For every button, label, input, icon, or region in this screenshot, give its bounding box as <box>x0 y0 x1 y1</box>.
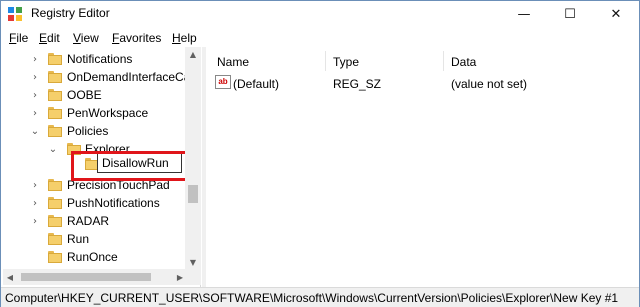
menu-file[interactable]: File <box>9 31 28 45</box>
scrollbar-thumb[interactable] <box>188 185 198 203</box>
registry-editor-window: Registry Editor — ☐ ✕ File Edit View Fav… <box>0 0 640 307</box>
folder-icon <box>48 71 62 83</box>
tree-item-oobe[interactable]: › OOBE <box>3 86 187 104</box>
registry-editor-app-icon <box>8 7 22 21</box>
column-header-data[interactable]: Data <box>451 55 476 69</box>
menu-view-mnemonic: V <box>73 31 81 45</box>
pane-splitter[interactable] <box>202 47 206 287</box>
window-title: Registry Editor <box>31 6 110 20</box>
tree-item-label: Run <box>67 232 90 246</box>
scrollbar-thumb[interactable] <box>21 273 151 281</box>
column-header-name[interactable]: Name <box>217 55 249 69</box>
chevron-right-icon[interactable]: › <box>30 104 40 122</box>
maximize-icon: ☐ <box>564 6 576 22</box>
value-type: REG_SZ <box>333 77 382 91</box>
scroll-right-icon[interactable]: ▶ <box>173 269 187 285</box>
tree-item-label: Policies <box>67 124 109 138</box>
values-pane[interactable]: Name Type Data ab (Default) REG_SZ (valu… <box>207 47 639 287</box>
menu-edit-mnemonic: E <box>39 31 48 45</box>
folder-icon <box>48 53 62 65</box>
menu-edit[interactable]: Edit <box>39 31 60 45</box>
menu-view-label: iew <box>80 31 99 45</box>
tree-item-pushnotifications[interactable]: › PushNotifications <box>3 194 187 212</box>
tree-item-label: RunOnce <box>67 250 118 264</box>
folder-icon <box>48 107 62 119</box>
column-divider[interactable] <box>325 51 326 71</box>
tree-item-label: Notifications <box>67 52 133 66</box>
chevron-right-icon[interactable]: › <box>30 194 40 212</box>
minimize-icon: — <box>517 6 531 22</box>
folder-open-icon <box>48 125 62 137</box>
menu-file-label: ile <box>16 31 29 45</box>
chevron-right-icon[interactable]: › <box>30 50 40 68</box>
menu-favorites[interactable]: Favorites <box>112 31 161 45</box>
folder-icon <box>48 215 62 227</box>
chevron-down-icon[interactable]: ⌄ <box>48 140 58 158</box>
tree-item-label: OOBE <box>67 88 102 102</box>
menu-favorites-label: avorites <box>119 31 162 45</box>
folder-icon <box>48 197 62 209</box>
tree-item-run[interactable]: Run <box>3 230 187 248</box>
key-path: Computer\HKEY_CURRENT_USER\SOFTWARE\Micr… <box>5 291 619 305</box>
menu-help[interactable]: Help <box>172 31 197 45</box>
maximize-button[interactable]: ☐ <box>547 1 593 27</box>
tree-item-radar[interactable]: › RADAR <box>3 212 187 230</box>
column-header-type[interactable]: Type <box>333 55 359 69</box>
value-name: (Default) <box>233 77 280 91</box>
tree-item-penworkspace[interactable]: › PenWorkspace <box>3 104 187 122</box>
tree-horizontal-scrollbar[interactable]: ◀ ▶ <box>3 269 201 285</box>
value-data: (value not set) <box>451 77 528 91</box>
menu-view[interactable]: View <box>73 31 99 45</box>
highlight-annotation-box <box>71 151 193 181</box>
scroll-down-icon[interactable]: ▼ <box>185 255 201 269</box>
menu-edit-label: dit <box>47 31 60 45</box>
chevron-right-icon[interactable]: › <box>30 212 40 230</box>
tree-item-ondemandinterfacecache[interactable]: › OnDemandInterfaceCa <box>3 68 191 86</box>
chevron-right-icon[interactable]: › <box>30 86 40 104</box>
tree-item-runonce[interactable]: RunOnce <box>3 248 187 266</box>
chevron-right-icon[interactable]: › <box>30 68 40 86</box>
status-bar: Computer\HKEY_CURRENT_USER\SOFTWARE\Micr… <box>1 287 639 307</box>
tree-item-notifications[interactable]: › Notifications <box>3 50 187 68</box>
tree-item-policies[interactable]: ⌄ Policies <box>3 122 187 140</box>
scroll-left-icon[interactable]: ◀ <box>3 269 17 285</box>
tree-item-label: PushNotifications <box>67 196 160 210</box>
chevron-down-icon[interactable]: ⌄ <box>30 122 40 140</box>
menu-help-label: elp <box>180 31 197 45</box>
menu-help-mnemonic: H <box>172 31 181 45</box>
column-divider[interactable] <box>443 51 444 71</box>
close-button[interactable]: ✕ <box>593 1 639 27</box>
minimize-button[interactable]: — <box>501 1 547 27</box>
folder-icon <box>48 179 62 191</box>
folder-icon <box>48 89 62 101</box>
menu-bar: File Edit View Favorites Help <box>1 28 639 47</box>
folder-icon <box>48 233 62 245</box>
tree-vertical-scrollbar[interactable]: ▲ ▼ <box>185 47 201 269</box>
chevron-right-icon[interactable]: › <box>30 176 40 194</box>
scroll-up-icon[interactable]: ▲ <box>185 47 201 61</box>
close-icon: ✕ <box>610 6 622 22</box>
folder-icon <box>48 251 62 263</box>
title-bar[interactable]: Registry Editor — ☐ ✕ <box>1 1 639 27</box>
tree-item-label: RADAR <box>67 214 110 228</box>
string-value-icon: ab <box>215 75 231 89</box>
tree-item-label: PenWorkspace <box>67 106 149 120</box>
tree-item-label: OnDemandInterfaceCa <box>67 70 191 84</box>
